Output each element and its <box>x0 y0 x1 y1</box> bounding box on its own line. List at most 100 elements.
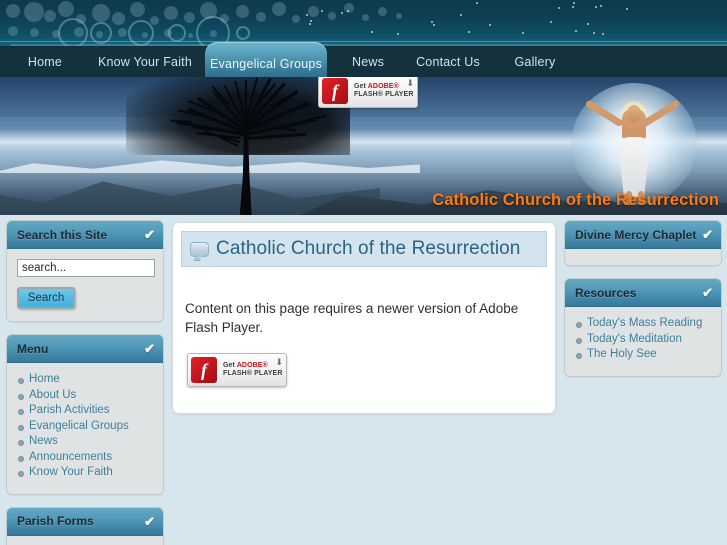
panel-title: Parish Forms <box>17 514 94 528</box>
decor-bubble <box>44 10 56 22</box>
decor-sparkle <box>593 32 595 34</box>
panel-resources: Resources ✔ Today's Mass Reading Today's Me… <box>564 278 722 377</box>
nav-item-label: Gallery <box>515 55 556 69</box>
banner-title: Catholic Church of the Resurrection <box>432 191 719 210</box>
get-adobe-flash-player-badge-content[interactable]: f Get ADOBE® FLASH® PLAYER ⬇ <box>187 353 287 387</box>
flash-get-label: Get <box>354 83 368 90</box>
decor-bubble <box>24 2 44 22</box>
speech-bubble-icon <box>190 242 209 257</box>
panel-body-search-this-site: Search <box>7 249 163 321</box>
flash-adobe-label: ADOBE® <box>368 83 399 90</box>
nav-item-know-your-faith[interactable]: Know Your Faith <box>90 46 200 77</box>
decor-bubble <box>164 6 178 20</box>
page-root: Home Know Your Faith Evangelical Groups New… <box>0 0 727 545</box>
risen-christ-image <box>559 79 709 209</box>
list-item[interactable]: The Holy See <box>575 348 711 362</box>
flash-badge-line1: Get ADOBE® <box>354 83 413 91</box>
decor-ring <box>168 24 186 42</box>
decor-bubble <box>378 7 387 16</box>
banner-flash-badge[interactable]: f Get ADOBE® FLASH® PLAYER ⬇ <box>318 74 418 108</box>
flash-badge-line1: Get ADOBE® <box>223 362 282 370</box>
link-list: Today's Mass Reading Today's Meditation Th… <box>575 317 711 362</box>
flash-get-label: Get <box>223 362 237 369</box>
decor-sparkle <box>522 32 524 34</box>
decor-sparkle <box>309 23 311 25</box>
main-content-card: Catholic Church of the Resurrection Cont… <box>172 222 556 414</box>
search-input[interactable] <box>17 259 155 277</box>
list-item[interactable]: Today's Mass Reading <box>575 317 711 331</box>
decor-bubble <box>236 5 249 18</box>
main-card-header: Catholic Church of the Resurrection <box>181 231 547 267</box>
nav-item-label: Contact Us <box>416 55 480 69</box>
list-item[interactable]: Parish Activities <box>17 404 153 418</box>
panel-title: Resources <box>575 286 636 300</box>
main-navigation: Home Know Your Faith Evangelical Groups New… <box>0 46 727 77</box>
decor-bubble <box>112 12 125 25</box>
nav-item-evangelical-groups[interactable]: Evangelical Groups <box>205 42 327 77</box>
decor-bubble <box>92 4 110 22</box>
content-area: Search this Site ✔ Search Menu ✔ Home About Us… <box>0 215 727 545</box>
nav-item-contact-us[interactable]: Contact Us <box>408 46 488 77</box>
checkmark-icon: ✔ <box>144 228 155 241</box>
decor-bubble <box>328 12 336 20</box>
panel-header-divine-mercy-chaplet: Divine Mercy Chaplet ✔ <box>565 221 721 249</box>
panel-header-parish-forms: Parish Forms ✔ <box>7 508 163 536</box>
decor-sparkle <box>587 23 589 25</box>
panel-title: Search this Site <box>17 228 107 242</box>
panel-body-parish-forms: Parishioner's Registration Form <box>7 536 163 545</box>
decor-bubble <box>308 6 319 17</box>
panel-body-menu: Home About Us Parish Activities Evangelical… <box>7 363 163 494</box>
flash-badge-line2: FLASH® PLAYER <box>223 370 282 378</box>
decor-sparkle <box>602 33 604 35</box>
decor-sparkle <box>600 5 602 7</box>
link-list: Home About Us Parish Activities Evangelical… <box>17 373 153 480</box>
list-item[interactable]: Home <box>17 373 153 387</box>
main-column: Catholic Church of the Resurrection Cont… <box>172 222 556 414</box>
flash-required-message: Content on this page requires a newer ve… <box>185 299 525 337</box>
decor-bubble <box>344 3 354 13</box>
list-item[interactable]: Today's Meditation <box>575 333 711 347</box>
list-item[interactable]: Announcements <box>17 451 153 465</box>
checkmark-icon: ✔ <box>144 342 155 355</box>
list-item[interactable]: Know Your Faith <box>17 466 153 480</box>
decor-bubble <box>362 14 369 21</box>
panel-title: Divine Mercy Chaplet <box>575 228 696 242</box>
nav-item-news[interactable]: News <box>340 46 396 77</box>
flash-adobe-label: ADOBE® <box>237 362 268 369</box>
panel-menu: Menu ✔ Home About Us Parish Activities Evange… <box>6 334 164 495</box>
panel-search-this-site: Search this Site ✔ Search <box>6 220 164 322</box>
panel-header-menu: Menu ✔ <box>7 335 163 363</box>
checkmark-icon: ✔ <box>702 286 713 299</box>
list-item[interactable]: About Us <box>17 389 153 403</box>
download-arrow-icon: ⬇ <box>406 79 413 88</box>
right-sidebar: Divine Mercy Chaplet ✔ Resources ✔ Today's M… <box>564 220 722 389</box>
flash-badge-text: Get ADOBE® FLASH® PLAYER <box>354 83 413 99</box>
decor-sparkle <box>371 31 373 33</box>
panel-header-resources: Resources ✔ <box>565 279 721 307</box>
panel-title: Menu <box>17 342 48 356</box>
get-adobe-flash-player-badge[interactable]: f Get ADOBE® FLASH® PLAYER ⬇ <box>318 74 418 108</box>
christ-head <box>627 105 641 122</box>
nav-item-label: Evangelical Groups <box>210 57 322 71</box>
list-item[interactable]: News <box>17 435 153 449</box>
decor-bubble <box>272 2 286 16</box>
flash-badge-text: Get ADOBE® FLASH® PLAYER <box>223 362 282 378</box>
decor-sparkle <box>476 2 478 4</box>
decor-sparkle <box>558 7 560 9</box>
decor-sparkle <box>489 24 491 26</box>
decor-bubble <box>8 26 18 36</box>
list-item[interactable]: Evangelical Groups <box>17 420 153 434</box>
decor-sparkle <box>575 30 577 32</box>
nav-item-home[interactable]: Home <box>14 46 76 77</box>
nav-item-gallery[interactable]: Gallery <box>500 46 570 77</box>
decor-bubble <box>130 2 145 17</box>
decor-sparkle <box>626 8 628 10</box>
decor-bubble <box>6 4 20 18</box>
search-button[interactable]: Search <box>17 287 75 309</box>
panel-body-divine-mercy-chaplet <box>565 249 721 265</box>
decor-sparkle <box>468 31 470 33</box>
decor-sparkle <box>460 14 462 16</box>
decor-sparkle <box>431 21 433 23</box>
checkmark-icon: ✔ <box>144 515 155 528</box>
decor-bubble <box>30 28 39 37</box>
